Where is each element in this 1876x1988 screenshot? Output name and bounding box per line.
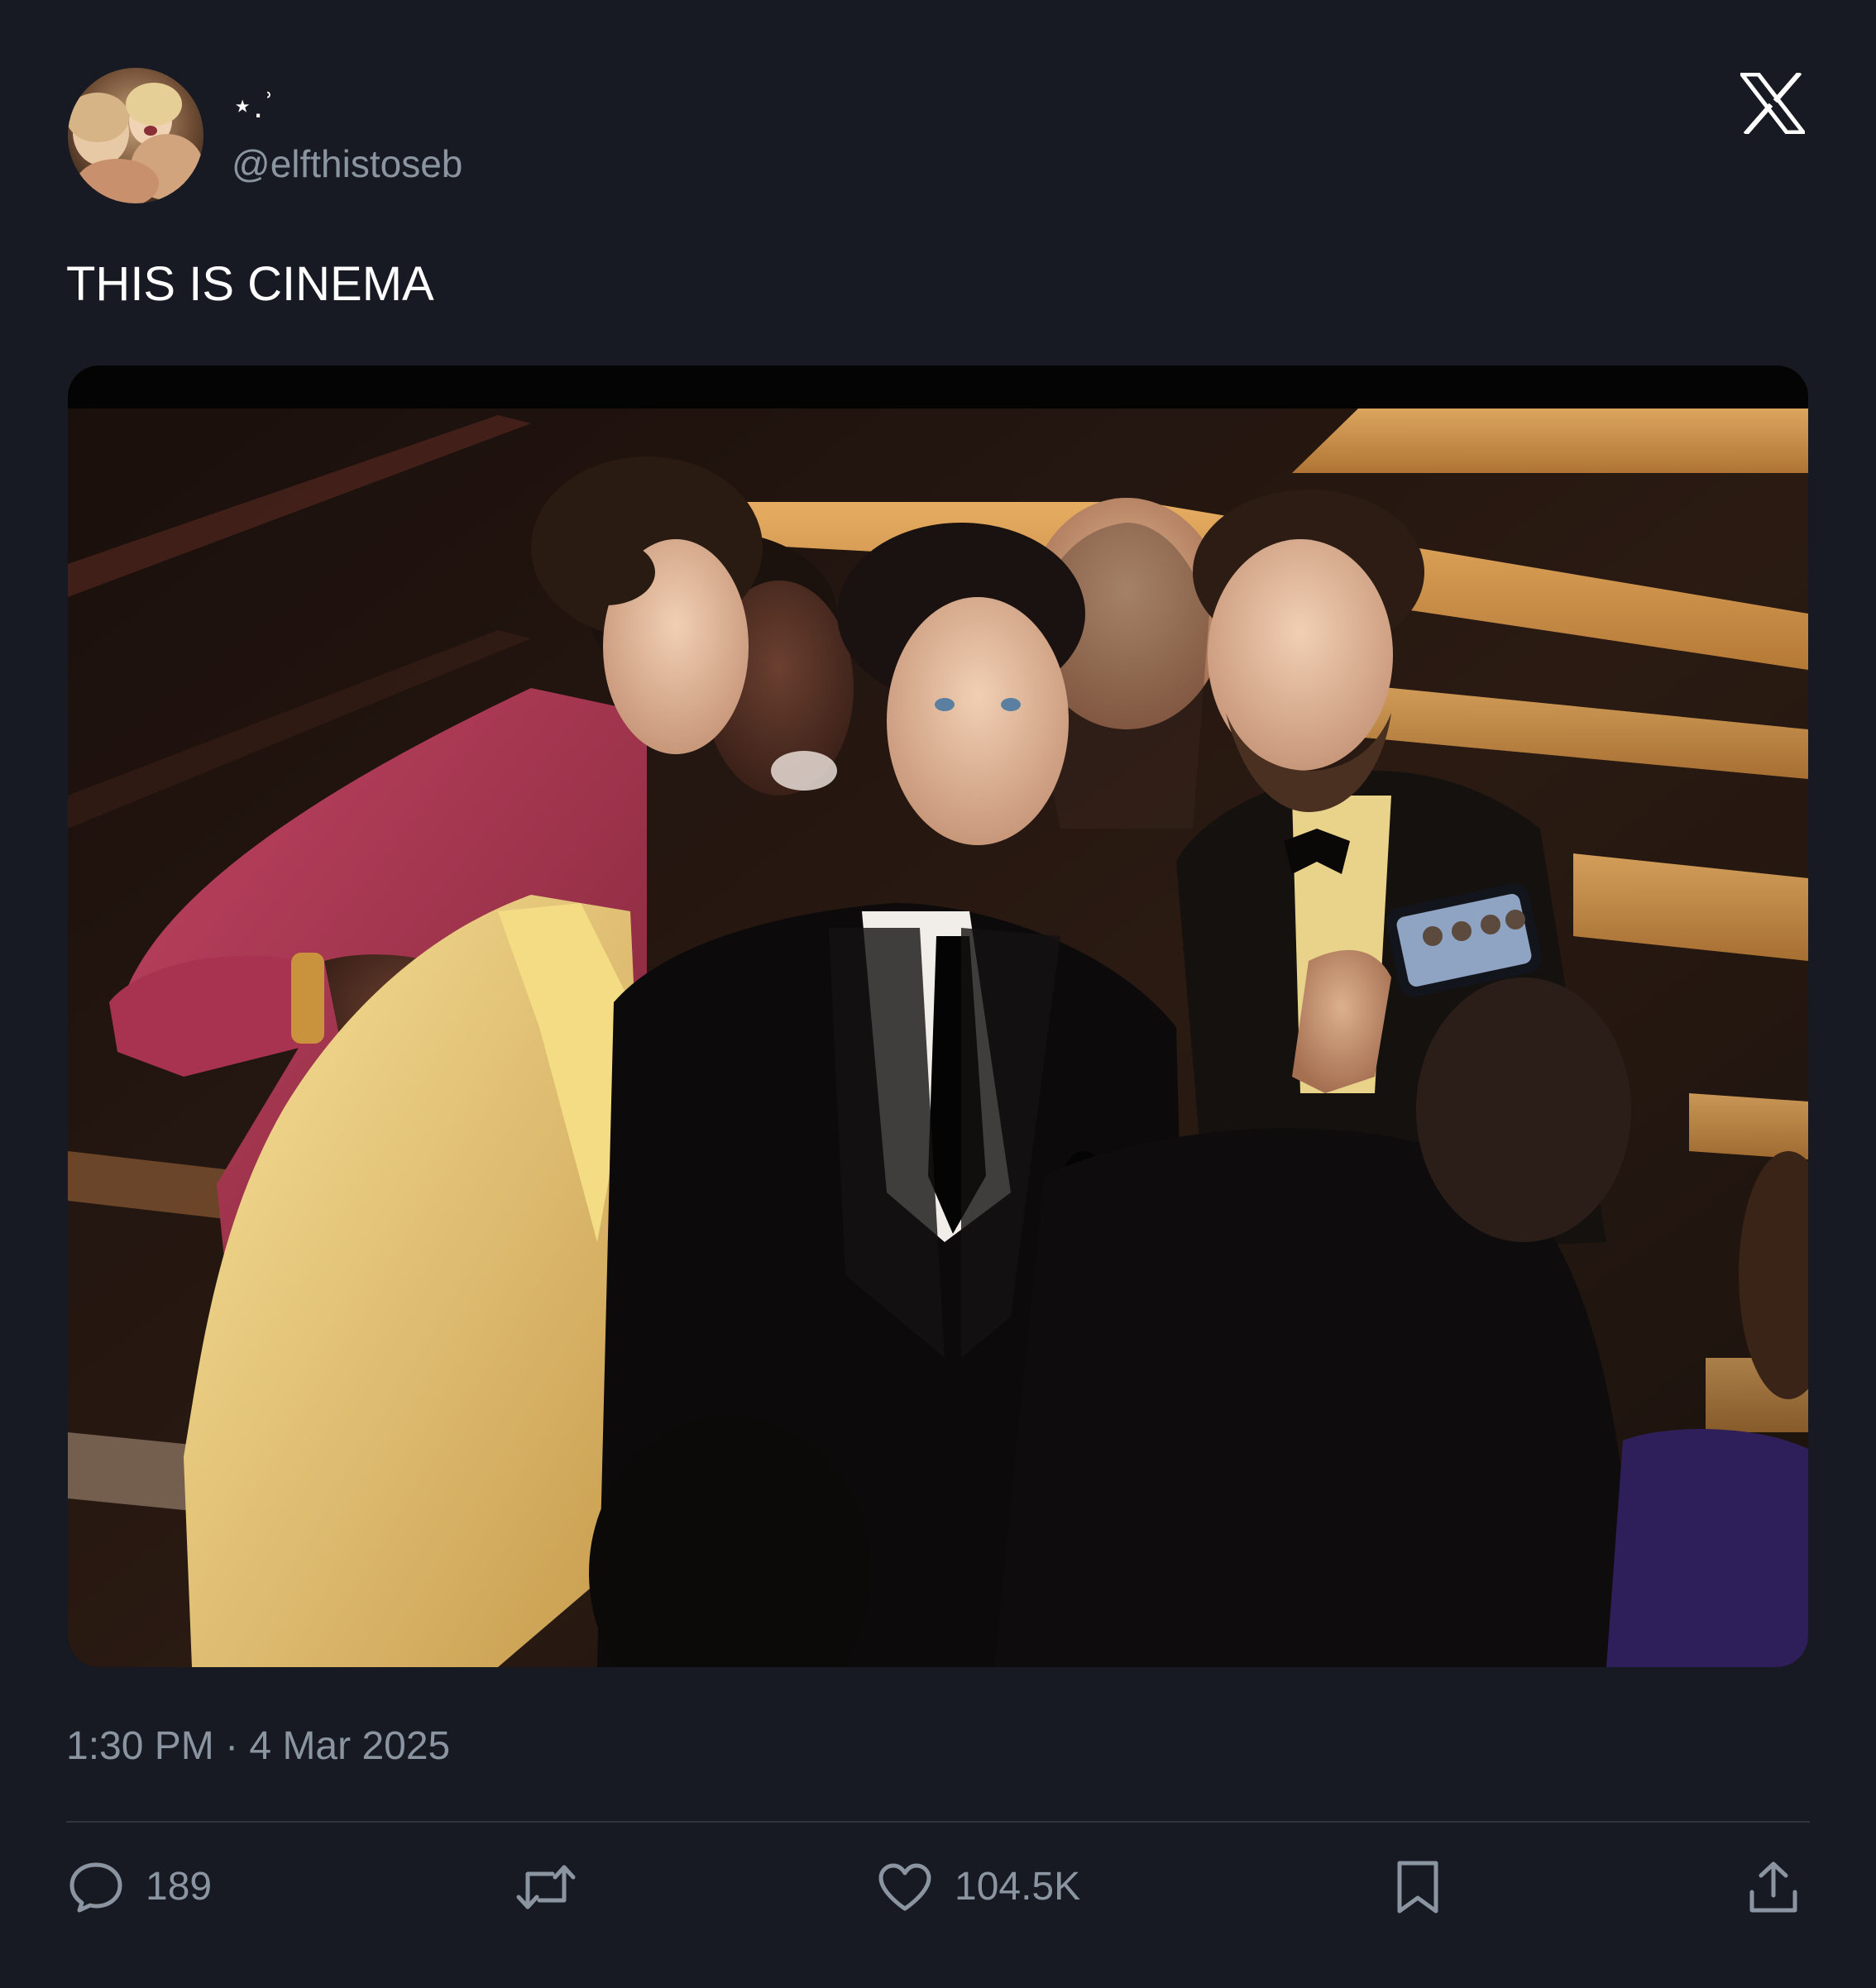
reply-button[interactable]: 189 <box>68 1857 212 1917</box>
avatar-image <box>68 68 203 203</box>
tweet-text: THIS IS CINEMA <box>66 257 434 311</box>
bookmark-icon <box>1397 1861 1438 1914</box>
retweet-icon <box>516 1865 576 1909</box>
share-icon <box>1749 1861 1797 1913</box>
like-button[interactable]: 104.5K <box>877 1857 1080 1917</box>
x-logo-icon[interactable] <box>1737 70 1808 136</box>
like-count: 104.5K <box>955 1865 1081 1909</box>
heart-icon <box>878 1863 931 1911</box>
divider <box>66 1821 1810 1823</box>
tweet-photo[interactable] <box>68 366 1808 1667</box>
retweet-button[interactable] <box>514 1857 599 1917</box>
reply-icon <box>69 1862 122 1913</box>
bookmark-button[interactable] <box>1395 1857 1441 1917</box>
photo-illustration <box>68 366 1808 1667</box>
user-handle[interactable]: @elfthistoseb <box>232 141 462 187</box>
reply-count: 189 <box>146 1865 213 1909</box>
display-name[interactable]: ⋆.ʾ <box>232 86 275 126</box>
share-button[interactable] <box>1747 1857 1800 1917</box>
avatar[interactable] <box>68 68 203 203</box>
tweet-timestamp[interactable]: 1:30 PM · 4 Mar 2025 <box>66 1722 450 1771</box>
